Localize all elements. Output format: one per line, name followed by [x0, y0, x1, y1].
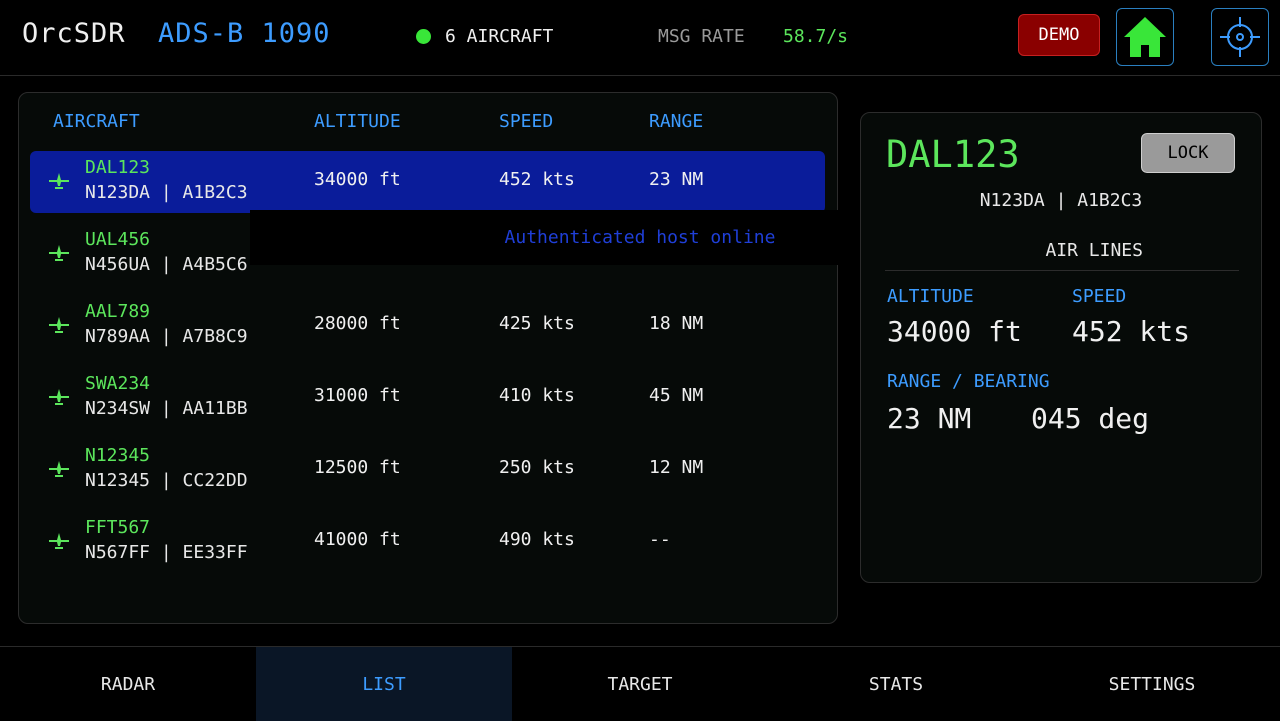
detail-divider [885, 270, 1239, 271]
row-ids: N123DA | A1B2C3 [85, 182, 248, 203]
app-title: OrcSDR [22, 18, 126, 49]
aircraft-row[interactable]: SWA234 N234SW | AA11BB 31000 ft 410 kts 45 N… [30, 367, 825, 429]
row-altitude: 41000 ft [314, 529, 401, 550]
row-altitude: 34000 ft [314, 169, 401, 190]
row-callsign: UAL456 [85, 229, 151, 250]
detail-callsign: DAL123 [886, 133, 1020, 176]
row-altitude: 12500 ft [314, 457, 401, 478]
row-ids: N234SW | AA11BB [85, 398, 248, 419]
row-ids: N456UA | A4B5C6 [85, 254, 248, 275]
detail-bearing-value: 045 deg [1031, 402, 1150, 435]
aircraft-count: 6 AIRCRAFT [445, 26, 554, 47]
home-icon [1124, 17, 1166, 57]
plane-icon [49, 173, 69, 189]
aircraft-detail-panel: DAL123 LOCK N123DA | A1B2C3 AIR LINES AL… [860, 112, 1262, 583]
row-altitude: 31000 ft [314, 385, 401, 406]
row-ids: N789AA | A7B8C9 [85, 326, 248, 347]
row-range: 45 NM [649, 385, 704, 406]
tab-list[interactable]: LIST [256, 647, 512, 721]
row-speed: 250 kts [499, 457, 575, 478]
detail-ids: N123DA | A1B2C3 [979, 190, 1143, 211]
tab-stats[interactable]: STATS [768, 647, 1024, 721]
detail-range-value: 23 NM [887, 402, 972, 435]
target-button[interactable] [1211, 8, 1269, 66]
detail-airline: AIR LINES [1045, 240, 1143, 261]
aircraft-status: 6 AIRCRAFT [416, 26, 553, 47]
column-header-aircraft[interactable]: AIRCRAFT [53, 111, 140, 132]
msg-rate-value: 58.7/s [783, 26, 849, 47]
row-callsign: SWA234 [85, 373, 151, 394]
plane-icon [49, 317, 69, 333]
demo-button[interactable]: DEMO [1018, 14, 1100, 56]
lock-button[interactable]: LOCK [1141, 133, 1235, 173]
row-callsign: AAL789 [85, 301, 151, 322]
row-range: -- [649, 529, 671, 550]
crosshair-icon [1220, 17, 1260, 57]
row-altitude: 28000 ft [314, 313, 401, 334]
row-speed: 452 kts [499, 169, 575, 190]
top-bar: OrcSDR ADS-B 1090 6 AIRCRAFT MSG RATE 58… [0, 0, 1280, 76]
detail-range-bearing-label: RANGE / BEARING [887, 371, 1050, 392]
column-header-range[interactable]: RANGE [649, 111, 703, 132]
detail-speed-label: SPEED [1072, 286, 1127, 307]
column-header-speed[interactable]: SPEED [499, 111, 553, 132]
detail-speed-value: 452 kts [1072, 315, 1191, 348]
msg-rate-label: MSG RATE [658, 26, 745, 47]
mode-title: ADS-B 1090 [158, 18, 331, 49]
aircraft-row[interactable]: FFT567 N567FF | EE33FF 41000 ft 490 kts -- [30, 511, 825, 573]
row-range: 23 NM [649, 169, 704, 190]
row-ids: N567FF | EE33FF [85, 542, 248, 563]
aircraft-row[interactable]: AAL789 N789AA | A7B8C9 28000 ft 425 kts 18 N… [30, 295, 825, 357]
row-speed: 425 kts [499, 313, 575, 334]
bottom-tab-bar: RADAR LIST TARGET STATS SETTINGS [0, 646, 1280, 721]
tab-radar[interactable]: RADAR [0, 647, 256, 721]
row-range: 18 NM [649, 313, 704, 334]
detail-altitude-value: 34000 ft [887, 315, 1022, 348]
column-header-altitude[interactable]: ALTITUDE [314, 111, 401, 132]
row-callsign: DAL123 [85, 157, 151, 178]
row-callsign: FFT567 [85, 517, 151, 538]
toast-message: Authenticated host online [504, 227, 776, 248]
plane-icon [49, 533, 69, 549]
tab-settings[interactable]: SETTINGS [1024, 647, 1280, 721]
plane-icon [49, 245, 69, 261]
row-speed: 410 kts [499, 385, 575, 406]
plane-icon [49, 389, 69, 405]
row-speed: 490 kts [499, 529, 575, 550]
aircraft-row[interactable]: N12345 N12345 | CC22DD 12500 ft 250 kts 12 N… [30, 439, 825, 501]
row-ids: N12345 | CC22DD [85, 470, 248, 491]
row-callsign: N12345 [85, 445, 151, 466]
row-range: 12 NM [649, 457, 704, 478]
aircraft-row[interactable]: DAL123 N123DA | A1B2C3 34000 ft 452 kts 23 N… [30, 151, 825, 213]
home-button[interactable] [1116, 8, 1174, 66]
plane-icon [49, 461, 69, 477]
detail-altitude-label: ALTITUDE [887, 286, 974, 307]
aircraft-list-panel: AIRCRAFT ALTITUDE SPEED RANGE DAL123 N123… [18, 92, 838, 624]
tab-target[interactable]: TARGET [512, 647, 768, 721]
status-dot-icon [416, 29, 431, 44]
